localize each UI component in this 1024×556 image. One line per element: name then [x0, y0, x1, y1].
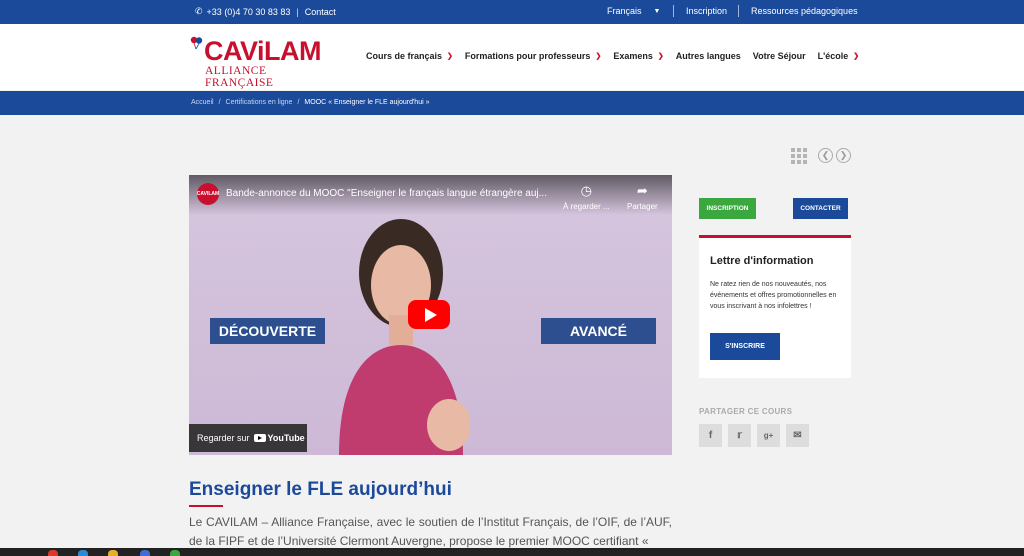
language-selector[interactable]: Français ▼: [607, 6, 660, 16]
share-arrow-icon: ➦: [636, 183, 648, 198]
main-nav: Cours de français ❯ Formations pour profe…: [366, 51, 871, 61]
email-icon[interactable]: ✉: [786, 424, 809, 447]
taskbar-app-icon[interactable]: [78, 550, 88, 556]
logo-subtitle: ALLIANCE FRANÇAISE: [205, 65, 274, 89]
breadcrumb-current: MOOC « Enseigner le FLE aujourd'hui »: [304, 99, 430, 106]
phone-number[interactable]: +33 (0)4 70 30 83 83: [207, 7, 291, 17]
logo[interactable]: CAViLAM ALLIANCE FRANÇAISE: [190, 36, 322, 89]
inscription-link[interactable]: Inscription: [686, 6, 727, 16]
inscription-button[interactable]: INSCRIPTION: [699, 198, 756, 219]
advanced-label: AVANCÉ: [541, 318, 656, 344]
balloons-icon: [190, 36, 203, 50]
nav-label: Autres langues: [675, 51, 741, 61]
discovery-label: DÉCOUVERTE: [210, 318, 325, 344]
nav-examens[interactable]: Examens ❯: [613, 51, 663, 61]
newsletter-box: Lettre d'information Ne ratez rien de no…: [699, 235, 851, 378]
share-title: PARTAGER CE COURS: [699, 407, 793, 416]
video-player[interactable]: CAVILAM Bande-annonce du MOOC "Enseigner…: [189, 175, 672, 455]
breadcrumb: Accueil / Certifications en ligne / MOOC…: [191, 99, 430, 106]
watch-on-label: Regarder sur: [197, 433, 250, 443]
resources-link[interactable]: Ressources pédagogiques: [751, 6, 858, 16]
taskbar-app-icon[interactable]: [108, 550, 118, 556]
article-body: Le CAVILAM – Alliance Française, avec le…: [189, 515, 672, 548]
chevron-down-icon: ❯: [447, 53, 453, 60]
youtube-label: YouTube: [267, 433, 305, 443]
os-taskbar: [0, 548, 1024, 556]
watch-later-button[interactable]: ◷ À regarder ...: [563, 183, 610, 211]
nav-votre-sejour[interactable]: Votre Séjour: [753, 51, 806, 61]
channel-avatar[interactable]: CAVILAM: [197, 183, 219, 205]
separator: |: [296, 6, 299, 17]
watch-on-youtube-button[interactable]: Regarder sur YouTube: [189, 424, 307, 452]
share-video-button[interactable]: ➦ Partager: [627, 183, 658, 211]
nav-label: Votre Séjour: [752, 51, 806, 61]
language-label: Français: [607, 6, 642, 16]
breadcrumb-separator: /: [218, 99, 221, 106]
contact-button[interactable]: CONTACTER: [793, 198, 848, 219]
twitter-icon[interactable]: 𝕣: [728, 424, 751, 447]
contact-link[interactable]: Contact: [305, 7, 336, 17]
nav-label: Formations pour professeurs: [464, 51, 591, 61]
next-arrow-icon[interactable]: ❯: [836, 148, 851, 163]
google-plus-icon[interactable]: g+: [757, 424, 780, 447]
subscribe-button[interactable]: S'INSCRIRE: [710, 333, 780, 360]
taskbar-app-icon[interactable]: [170, 550, 180, 556]
breadcrumb-separator: /: [297, 99, 300, 106]
share-label: Partager: [627, 202, 658, 211]
nav-label: Examens: [613, 51, 653, 61]
nav-label: Cours de français: [366, 51, 443, 61]
top-bar: ✆ +33 (0)4 70 30 83 83 | Contact Françai…: [0, 0, 1024, 24]
breadcrumb-home[interactable]: Accueil: [191, 99, 214, 106]
video-title[interactable]: Bande-annonce du MOOC "Enseigner le fran…: [226, 188, 566, 199]
taskbar-app-icon[interactable]: [140, 550, 150, 556]
presenter-image: [339, 219, 469, 455]
breadcrumb-certifications[interactable]: Certifications en ligne: [226, 99, 293, 106]
nav-autres-langues[interactable]: Autres langues: [676, 51, 741, 61]
previous-arrow-icon[interactable]: ❮: [818, 148, 833, 163]
main-header: CAViLAM ALLIANCE FRANÇAISE Cours de fran…: [0, 24, 1024, 90]
chevron-down-icon: ❯: [595, 53, 602, 60]
breadcrumb-bar: Accueil / Certifications en ligne / MOOC…: [0, 91, 1024, 115]
nav-formations-professeurs[interactable]: Formations pour professeurs ❯: [465, 51, 601, 61]
nav-l-ecole[interactable]: L'école ❯: [818, 51, 860, 61]
newsletter-text: Ne ratez rien de nos nouveautés, nos évé…: [710, 281, 837, 310]
clock-icon: ◷: [580, 183, 593, 198]
facebook-icon[interactable]: f: [699, 424, 722, 447]
divider: [738, 5, 739, 17]
logo-name: CAViLAM: [204, 36, 322, 66]
nav-cours-de-francais[interactable]: Cours de français ❯: [366, 51, 453, 61]
phone-icon: ✆: [195, 6, 203, 16]
title-underline: [189, 505, 223, 507]
phone-contact: ✆ +33 (0)4 70 30 83 83 | Contact: [195, 6, 336, 17]
taskbar-app-icon[interactable]: [48, 550, 58, 556]
youtube-icon: [253, 434, 266, 442]
grid-view-icon[interactable]: [791, 148, 807, 164]
play-button[interactable]: [408, 300, 450, 329]
youtube-logo: YouTube: [253, 433, 305, 443]
chevron-down-icon: ❯: [657, 53, 664, 60]
divider: [673, 5, 674, 17]
chevron-down-icon: ❯: [853, 53, 860, 60]
article-title: Enseigner le FLE aujourd’hui: [189, 479, 452, 500]
watch-later-label: À regarder ...: [563, 202, 610, 211]
nav-label: L'école: [817, 51, 849, 61]
newsletter-title: Lettre d'information: [710, 255, 814, 267]
caret-down-icon: ▼: [653, 7, 661, 15]
